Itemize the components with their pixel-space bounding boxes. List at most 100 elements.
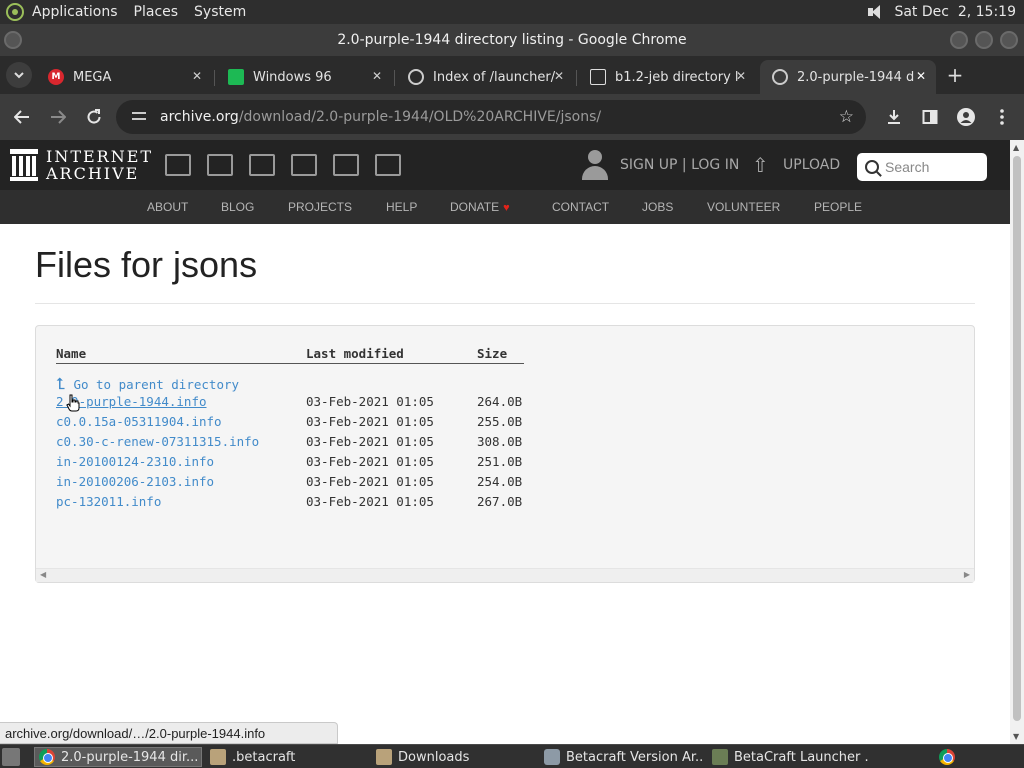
images-icon[interactable] [375, 154, 401, 176]
nav-donate[interactable]: DONATE ♥ [450, 200, 510, 214]
address-bar[interactable]: archive.org/download/2.0-purple-1944/OLD… [116, 100, 866, 134]
close-tab-icon[interactable]: ✕ [736, 69, 746, 83]
taskbar-item-betacraft-launcher[interactable]: BetaCraft Launcher ... [708, 747, 870, 767]
tab-mega[interactable]: M MEGA ✕ [36, 60, 212, 94]
link-status-bubble: archive.org/download/…/2.0-purple-1944.i… [0, 722, 338, 744]
tab-b12-jeb[interactable]: b1.2-jeb directory l ✕ [578, 60, 756, 94]
scroll-up-icon[interactable]: ▲ [1013, 143, 1019, 152]
file-modified: 03-Feb-2021 01:05 [306, 414, 434, 429]
nav-volunteer[interactable]: VOLUNTEER [707, 200, 780, 214]
nav-contact[interactable]: CONTACT [552, 200, 609, 214]
nav-help[interactable]: HELP [386, 200, 417, 214]
search-icon[interactable] [865, 160, 879, 174]
texts-icon[interactable] [207, 154, 233, 176]
kebab-menu-icon[interactable] [991, 106, 1013, 128]
tab-windows96[interactable]: Windows 96 ✕ [216, 60, 392, 94]
upload-icon[interactable]: ⇧ [752, 153, 772, 177]
close-tab-icon[interactable]: ✕ [916, 69, 926, 83]
signup-login-link[interactable]: SIGN UP | LOG IN [620, 157, 739, 173]
file-link[interactable]: in-20100124-2310.info [56, 454, 214, 469]
vertical-scrollbar[interactable]: ▲ ▼ [1010, 140, 1024, 744]
taskbar-item-downloads[interactable]: Downloads [372, 747, 532, 767]
tab-label: b1.2-jeb directory l [615, 69, 739, 85]
menu-places[interactable]: Places [134, 4, 179, 20]
tab-divider [394, 70, 395, 86]
close-window-icon[interactable] [1000, 31, 1018, 49]
nav-about[interactable]: ABOUT [147, 200, 188, 214]
show-desktop-icon[interactable] [2, 748, 20, 766]
nav-blog[interactable]: BLOG [221, 200, 254, 214]
download-icon[interactable] [883, 106, 905, 128]
nav-donate-label: DONATE [450, 200, 500, 214]
taskbar-item-chrome[interactable]: 2.0-purple-1944 dir... [34, 747, 202, 767]
software-icon[interactable] [333, 154, 359, 176]
file-link[interactable]: in-20100206-2103.info [56, 474, 214, 489]
window-menu-icon[interactable] [4, 31, 22, 49]
file-link[interactable]: c0.0.15a-05311904.info [56, 414, 222, 429]
minimize-icon[interactable] [950, 31, 968, 49]
nav-jobs[interactable]: JOBS [642, 200, 673, 214]
video-icon[interactable] [249, 154, 275, 176]
nav-projects[interactable]: PROJECTS [288, 200, 352, 214]
chrome-icon [39, 749, 55, 765]
ia-search-box[interactable] [857, 153, 987, 181]
file-link[interactable]: c0.30-c-renew-07311315.info [56, 434, 259, 449]
folder-icon [376, 749, 392, 765]
taskbar-item-betacraft-folder[interactable]: .betacraft [206, 747, 366, 767]
clock[interactable]: Sat Dec 2, 15:19 [894, 4, 1016, 20]
nav-people[interactable]: PEOPLE [814, 200, 862, 214]
menu-system[interactable]: System [194, 4, 246, 20]
back-icon[interactable] [11, 106, 33, 128]
maximize-icon[interactable] [975, 31, 993, 49]
parent-directory-link[interactable]: ⮤ Go to parent directory [56, 374, 239, 394]
tab-active-listing[interactable]: 2.0-purple-1944 d ✕ [760, 60, 936, 94]
chrome-icon [939, 749, 955, 765]
chevron-down-icon [14, 71, 24, 78]
file-modified: 03-Feb-2021 01:05 [306, 434, 434, 449]
menu-applications[interactable]: Applications [32, 4, 118, 20]
reload-icon[interactable] [83, 106, 105, 128]
upload-link[interactable]: UPLOAD [783, 157, 840, 173]
taskbar-item-version-archive[interactable]: Betacraft Version Ar... [540, 747, 702, 767]
tab-label: Index of /launcher/ [433, 69, 556, 85]
globe-icon [772, 69, 788, 85]
url-text[interactable]: archive.org/download/2.0-purple-1944/OLD… [160, 109, 601, 125]
mega-icon: M [48, 69, 64, 85]
globe-icon [408, 69, 424, 85]
table-row: in-20100206-2103.info 03-Feb-2021 01:05 … [56, 474, 536, 494]
window-title: 2.0-purple-1944 directory listing - Goog… [337, 32, 687, 48]
bookmark-star-icon[interactable]: ☆ [839, 107, 854, 127]
scroll-right-icon[interactable]: ▶ [964, 570, 970, 579]
ia-nav-bar: ABOUT BLOG PROJECTS HELP DONATE ♥ CONTACT… [0, 190, 1010, 224]
internet-archive-logo[interactable]: INTERNET ARCHIVE [10, 148, 153, 182]
forward-icon[interactable] [47, 106, 69, 128]
audio-icon[interactable] [291, 154, 317, 176]
file-size: 251.0B [477, 454, 523, 469]
file-link[interactable]: pc-132011.info [56, 494, 161, 509]
scroll-down-icon[interactable]: ▼ [1013, 732, 1019, 741]
side-panel-icon[interactable] [919, 106, 941, 128]
close-tab-icon[interactable]: ✕ [372, 69, 382, 83]
page-title: Files for jsons [35, 244, 258, 285]
new-tab-icon[interactable]: + [944, 63, 966, 87]
site-info-icon[interactable] [130, 109, 150, 125]
profile-icon[interactable] [955, 106, 977, 128]
tab-search-button[interactable] [6, 62, 32, 88]
scroll-left-icon[interactable]: ◀ [40, 570, 46, 579]
directory-listing: Name Last modified Size ⮤ Go to parent di… [35, 325, 975, 583]
close-tab-icon[interactable]: ✕ [192, 69, 202, 83]
volume-icon[interactable] [866, 4, 884, 20]
gnome-foot-icon[interactable] [6, 3, 24, 21]
table-row: pc-132011.info 03-Feb-2021 01:05 267.0B [56, 494, 536, 514]
column-modified-header: Last modified [306, 346, 404, 361]
logo-line1: INTERNET [46, 147, 154, 166]
horizontal-scrollbar[interactable]: ◀ ▶ [36, 568, 974, 582]
user-icon[interactable] [582, 150, 608, 180]
scrollbar-thumb[interactable] [1013, 156, 1021, 721]
search-input[interactable] [885, 159, 981, 175]
tab-launcher-index[interactable]: Index of /launcher/ ✕ [396, 60, 574, 94]
table-row: c0.0.15a-05311904.info 03-Feb-2021 01:05… [56, 414, 536, 434]
taskbar-chrome-launcher[interactable] [936, 747, 960, 767]
close-tab-icon[interactable]: ✕ [554, 69, 564, 83]
web-icon[interactable] [165, 154, 191, 176]
